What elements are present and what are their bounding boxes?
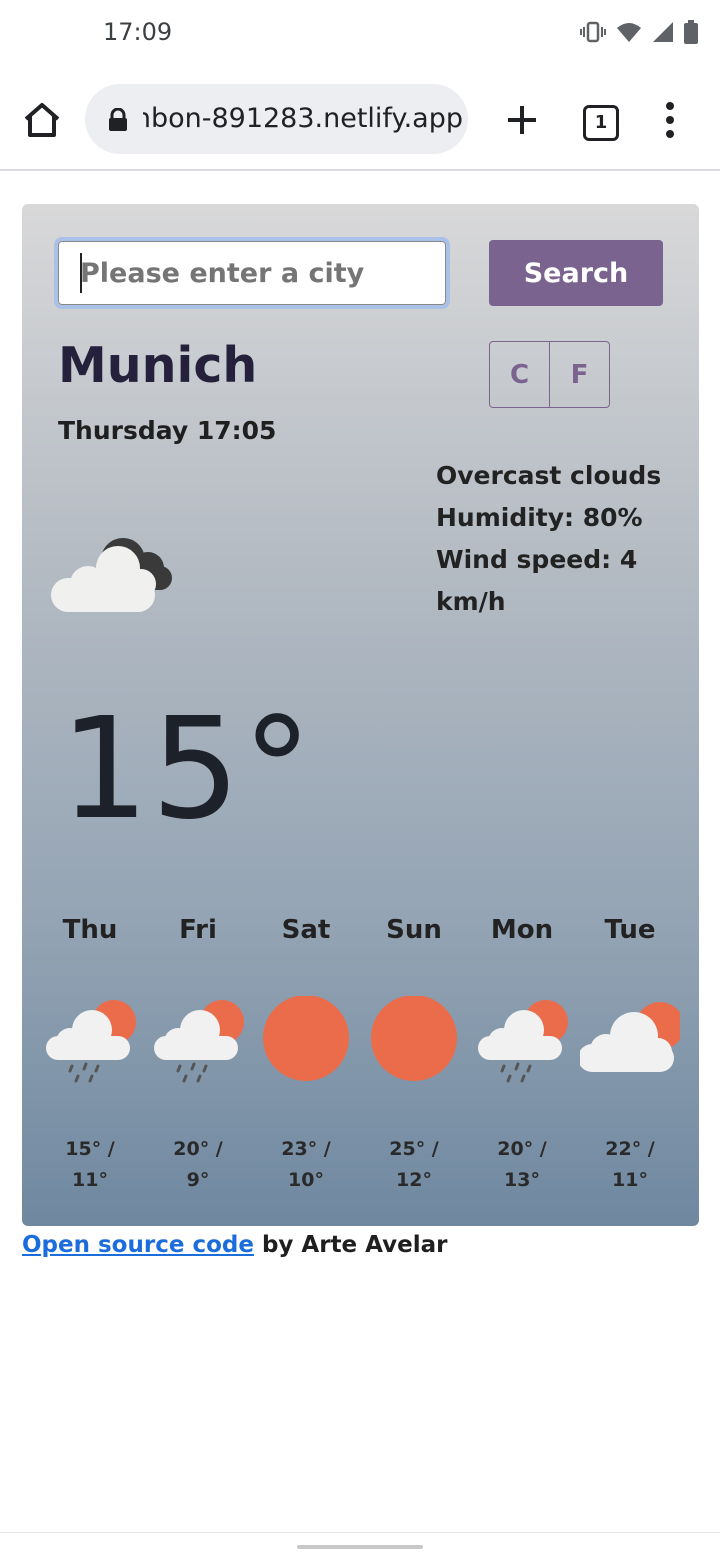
home-icon[interactable] (20, 98, 64, 142)
new-tab-icon[interactable] (500, 98, 544, 142)
vibrate-icon (580, 21, 606, 43)
tab-switcher-button[interactable]: 1 (583, 105, 619, 141)
signal-icon (652, 21, 674, 43)
forecast-day: Thu 15° /11° (36, 910, 144, 1196)
forecast-day-name: Thu (62, 915, 118, 945)
forecast-day: Sat 23° /10° (252, 910, 360, 1196)
lock-icon (107, 107, 129, 136)
forecast-temps: 23° /10° (281, 1138, 331, 1191)
more-menu-icon[interactable] (658, 98, 682, 142)
status-icons (580, 20, 698, 44)
forecast-day-name: Mon (490, 915, 554, 945)
wifi-icon (616, 21, 642, 43)
city-name: Munich (58, 337, 258, 394)
url-text: onbon-891283.netlify.app (143, 103, 463, 134)
unit-toggle: C F (489, 341, 610, 408)
status-time: 17:09 (103, 18, 173, 46)
home-gesture-handle[interactable] (297, 1545, 423, 1549)
forecast-temps: 15° /11° (65, 1138, 115, 1191)
fahrenheit-button[interactable]: F (549, 342, 609, 407)
forecast-day-name: Tue (604, 915, 656, 945)
forecast-temps: 22° /11° (605, 1138, 655, 1191)
forecast-day: Fri 20° /9° (144, 910, 252, 1196)
sun-icon (256, 995, 356, 1092)
date-time: Thursday 17:05 (58, 416, 277, 445)
gesture-nav-bar (0, 1532, 720, 1561)
status-bar: 17:09 (0, 0, 720, 68)
footer: Open source code by Arte Avelar (22, 1232, 448, 1258)
forecast-day: Mon 20° /13° (468, 910, 576, 1196)
cloud-sun-icon (578, 996, 684, 1092)
forecast-day-name: Fri (179, 915, 217, 945)
forecast-day-name: Sun (386, 915, 442, 945)
weather-description: Overcast clouds (436, 461, 662, 490)
celsius-button[interactable]: C (490, 342, 549, 407)
footer-byline: by Arte Avelar (253, 1232, 448, 1258)
search-button[interactable]: Search (489, 240, 663, 306)
address-bar[interactable]: onbon-891283.netlify.app (85, 84, 468, 154)
source-code-link[interactable]: Open source code (22, 1232, 254, 1258)
browser-toolbar: onbon-891283.netlify.app 1 (0, 70, 720, 171)
current-temperature: 15° (60, 688, 315, 851)
forecast-temps: 25° /12° (389, 1138, 439, 1191)
weather-details: Overcast clouds Humidity: 80% Wind speed… (436, 455, 676, 623)
forecast-temps: 20° /9° (173, 1138, 223, 1191)
overcast-clouds-icon (48, 528, 178, 622)
humidity: Humidity: 80% (436, 503, 643, 532)
forecast-day: Sun 25° /12° (360, 910, 468, 1196)
city-search-input[interactable] (54, 237, 450, 309)
forecast-day-name: Sat (281, 915, 331, 945)
forecast-day: Tue 22° /11° (576, 910, 684, 1196)
forecast-row: Thu 15° /11° Fri 20° /9° Sat 23° /10° Su… (36, 910, 684, 1191)
rain-sun-icon (148, 996, 248, 1092)
battery-icon (684, 20, 698, 44)
rain-sun-icon (472, 996, 572, 1092)
rain-sun-icon (40, 996, 140, 1092)
text-caret (80, 253, 82, 293)
forecast-temps: 20° /13° (497, 1138, 547, 1191)
wind-speed: Wind speed: 4 km/h (436, 545, 638, 616)
sun-icon (364, 995, 464, 1092)
